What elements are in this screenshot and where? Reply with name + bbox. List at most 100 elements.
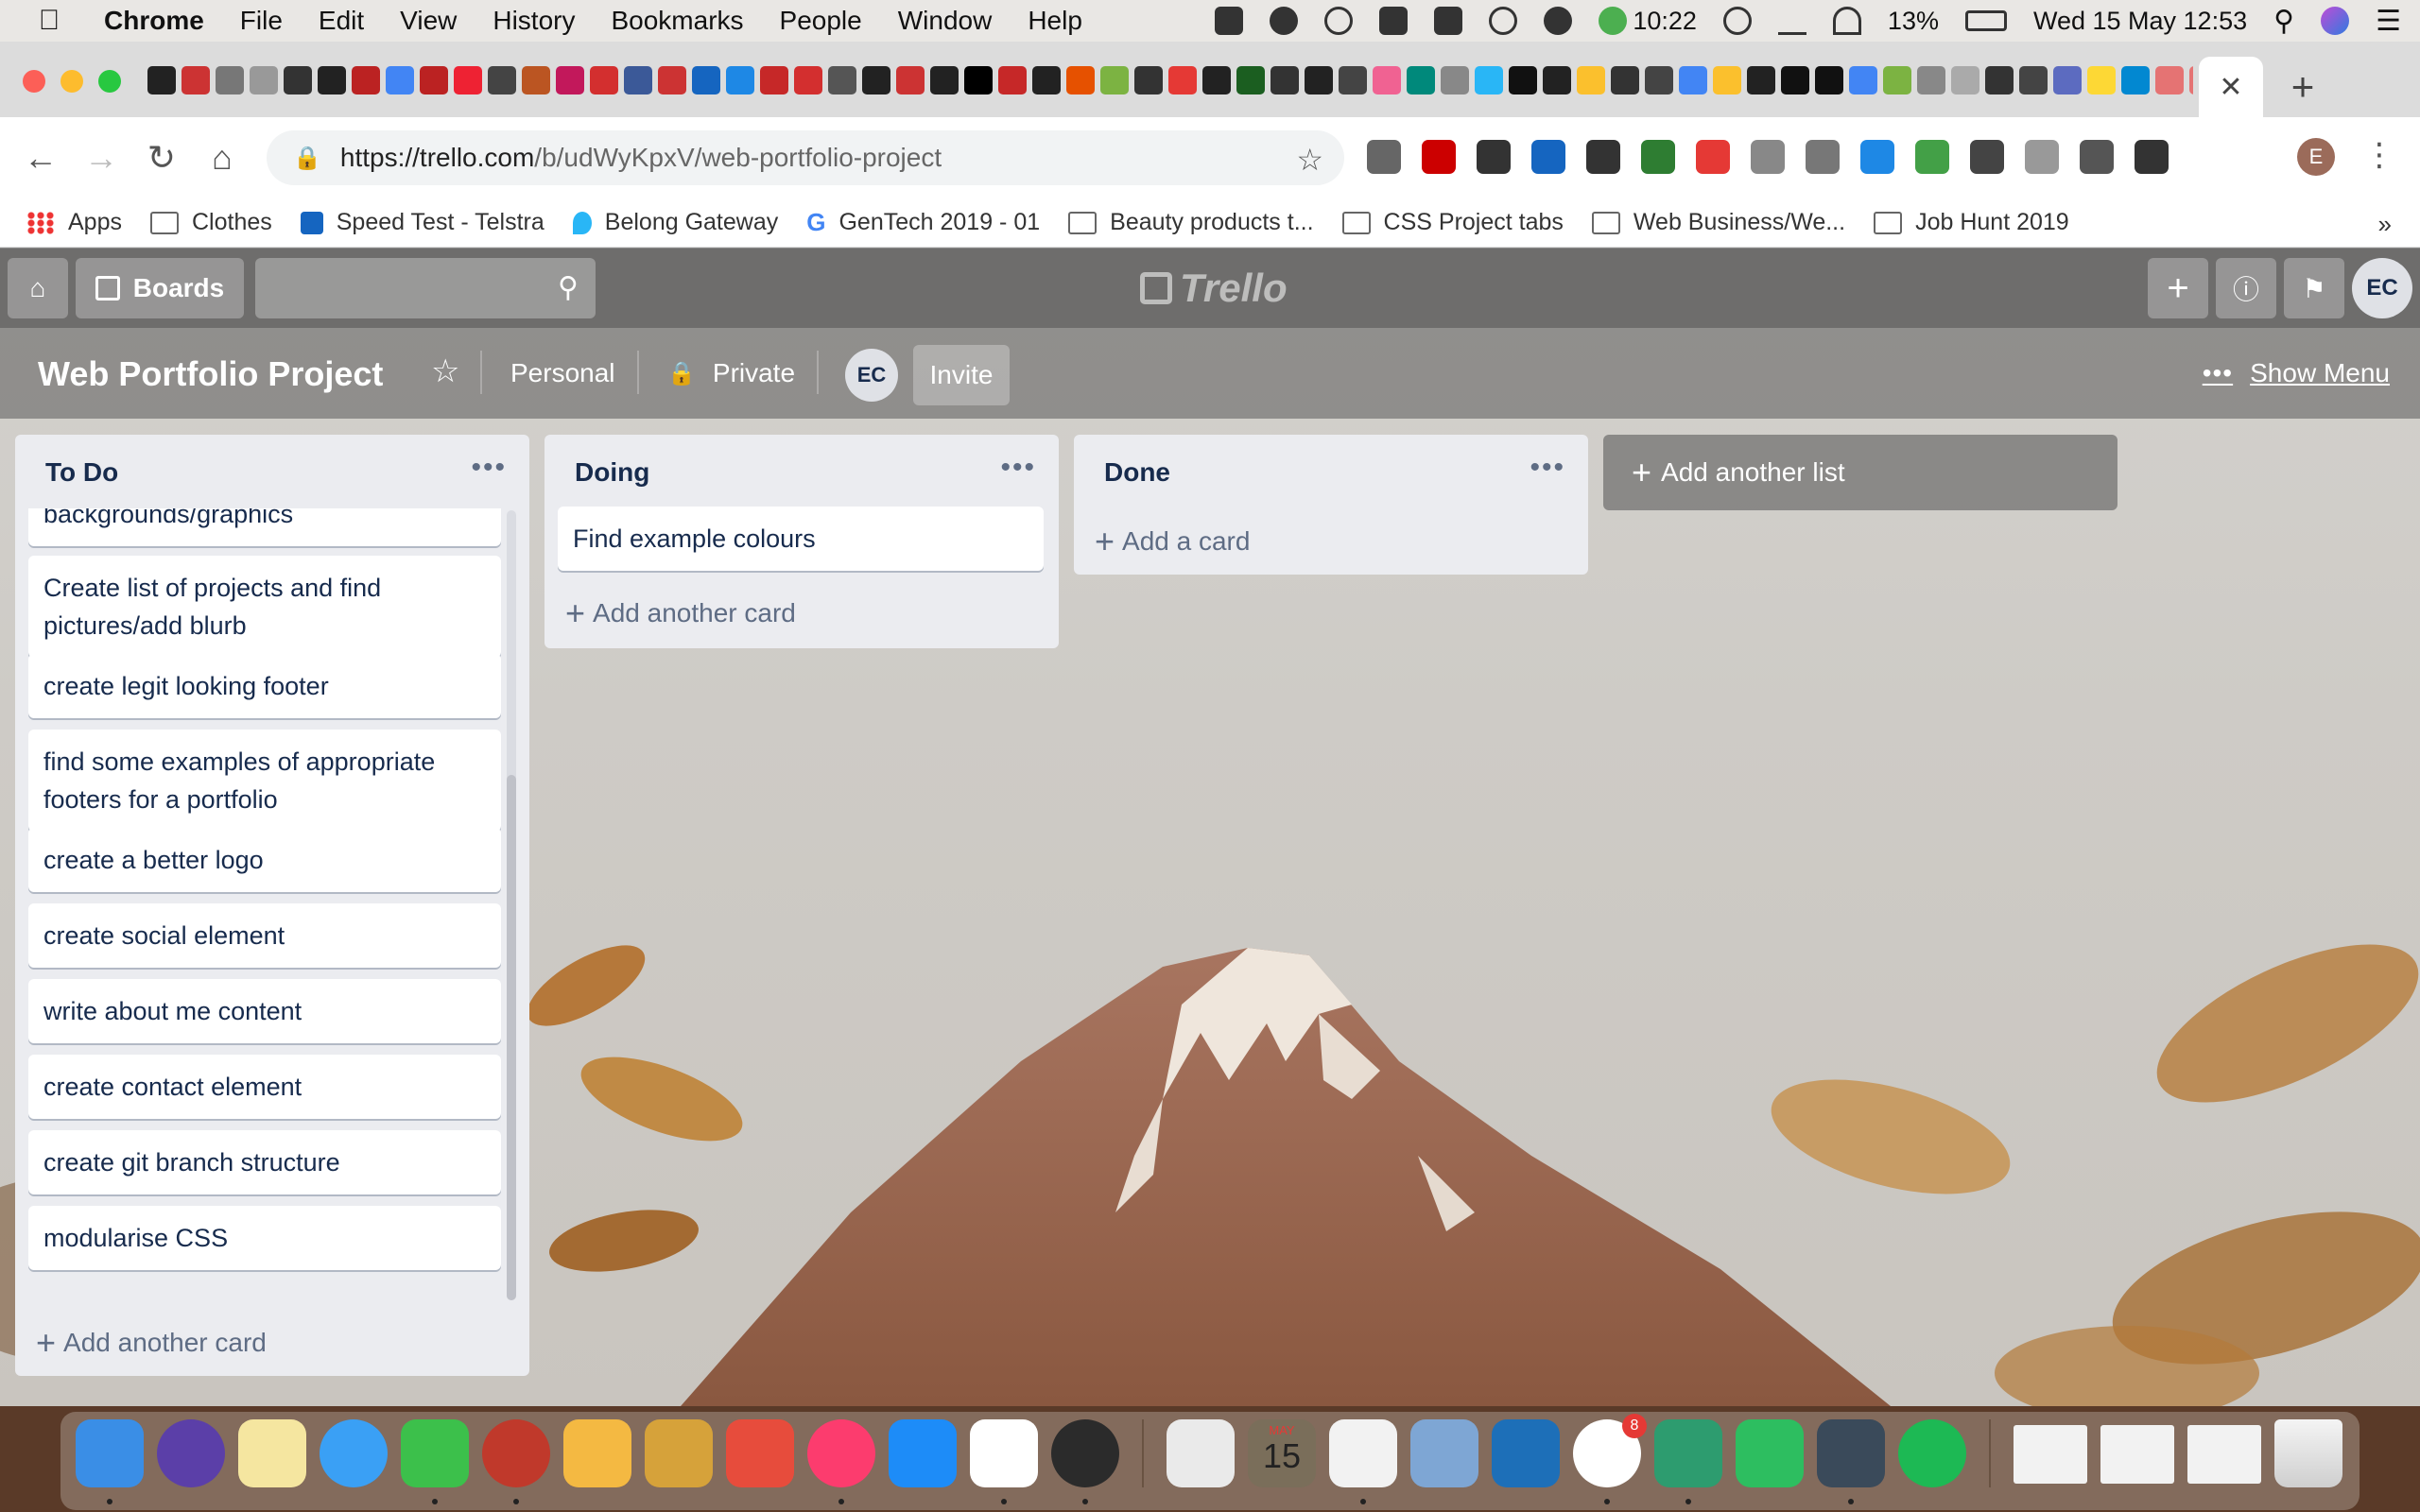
member-avatar[interactable]: EC xyxy=(845,349,898,402)
bookmark-web-business[interactable]: Web Business/We... xyxy=(1591,209,1845,236)
pinned-tab-favicon-icon[interactable] xyxy=(454,66,482,94)
pinned-tab-favicon-icon[interactable] xyxy=(1509,66,1537,94)
pinned-tab-favicon-icon[interactable] xyxy=(1713,66,1741,94)
card[interactable]: create contact element xyxy=(28,1055,501,1119)
pinned-tab-favicon-icon[interactable] xyxy=(726,66,754,94)
pinned-tab-favicon-icon[interactable] xyxy=(1849,66,1877,94)
pinned-tab-favicon-icon[interactable] xyxy=(284,66,312,94)
add-card-button[interactable]: + Add a card xyxy=(1095,522,1250,561)
forward-icon[interactable]: → xyxy=(78,134,125,181)
pinned-tab-favicon-icon[interactable] xyxy=(658,66,686,94)
show-menu-button[interactable]: ••• Show Menu xyxy=(2203,358,2390,388)
extension-icon[interactable] xyxy=(1531,140,1565,174)
dock-app-icon[interactable] xyxy=(157,1419,225,1487)
menu-view[interactable]: View xyxy=(400,6,457,36)
pinned-tab-favicon-icon[interactable] xyxy=(1066,66,1095,94)
pinned-tab-favicon-icon[interactable] xyxy=(250,66,278,94)
menu-help[interactable]: Help xyxy=(1028,6,1082,36)
lock-icon[interactable]: 🔒 xyxy=(293,145,321,172)
slack-icon[interactable] xyxy=(1379,7,1409,35)
cloud-icon[interactable] xyxy=(1270,7,1299,35)
reload-icon[interactable]: ↻ xyxy=(138,134,185,181)
zoom-window-button[interactable] xyxy=(98,70,121,93)
dock-minimized-window[interactable] xyxy=(2187,1425,2261,1484)
dock-app-icon[interactable] xyxy=(76,1419,144,1504)
pinned-tab-favicon-icon[interactable] xyxy=(2019,66,2048,94)
dock-app-icon[interactable] xyxy=(970,1419,1038,1504)
close-window-button[interactable] xyxy=(23,70,45,93)
pinned-tab-favicon-icon[interactable] xyxy=(794,66,822,94)
bookmark-belong-gateway[interactable]: Belong Gateway xyxy=(572,209,778,236)
extension-icon[interactable] xyxy=(2080,140,2114,174)
pinned-tab-favicon-icon[interactable] xyxy=(386,66,414,94)
pinned-tab-favicon-icon[interactable] xyxy=(1543,66,1571,94)
timer-icon[interactable] xyxy=(1599,7,1628,35)
dock-app-icon[interactable] xyxy=(238,1419,306,1487)
pinned-tab-favicon-icon[interactable] xyxy=(1645,66,1673,94)
dock-app-icon[interactable] xyxy=(1817,1419,1885,1504)
phone-icon[interactable] xyxy=(1777,7,1806,35)
new-tab-button[interactable]: + xyxy=(2278,62,2327,112)
dock-app-icon[interactable] xyxy=(401,1419,469,1504)
extension-icon[interactable] xyxy=(1915,140,1949,174)
notification-bell-icon[interactable]: ⚑ xyxy=(2284,258,2344,318)
clock[interactable]: Wed 15 May 12:53 xyxy=(2033,7,2247,36)
boards-button[interactable]: Boards xyxy=(76,258,244,318)
dock-app-icon[interactable]: MAY 15 xyxy=(1248,1419,1316,1487)
board-title[interactable]: Web Portfolio Project xyxy=(38,354,383,394)
scrollbar-thumb[interactable] xyxy=(507,775,516,1300)
extension-icon[interactable] xyxy=(1422,140,1456,174)
card[interactable]: create legit looking footer xyxy=(28,654,501,718)
menu-app-name[interactable]: Chrome xyxy=(104,6,204,36)
star-board-icon[interactable]: ☆ xyxy=(431,352,459,390)
list-menu-icon[interactable]: ••• xyxy=(1000,452,1036,484)
card[interactable]: create a better logo xyxy=(28,828,501,892)
list-title[interactable]: Done xyxy=(1104,457,1170,488)
pinned-tab-favicon-icon[interactable] xyxy=(420,66,448,94)
dock-app-icon[interactable] xyxy=(1329,1419,1397,1504)
info-icon[interactable]: ⓘ xyxy=(2216,258,2276,318)
minimize-window-button[interactable] xyxy=(60,70,83,93)
dock-app-icon[interactable] xyxy=(1898,1419,1966,1487)
pinned-tab-favicon-icon[interactable] xyxy=(1475,66,1503,94)
pinned-tab-favicon-icon[interactable] xyxy=(2121,66,2150,94)
bookmark-star-icon[interactable]: ☆ xyxy=(1296,142,1323,178)
card[interactable]: write about me content xyxy=(28,979,501,1043)
add-list-button[interactable]: + Add another list xyxy=(1603,435,2118,510)
close-tab-icon[interactable]: ✕ xyxy=(2219,71,2242,104)
visibility-button[interactable]: 🔒 Private xyxy=(667,358,795,388)
pinned-tab-favicon-icon[interactable] xyxy=(556,66,584,94)
pinned-tab-favicon-icon[interactable] xyxy=(1305,66,1333,94)
creative-cloud-icon[interactable] xyxy=(1489,7,1518,35)
pinned-tab-favicon-icon[interactable] xyxy=(1168,66,1197,94)
card[interactable]: Create list of projects and find picture… xyxy=(28,556,501,658)
list-title[interactable]: Doing xyxy=(575,457,649,488)
card[interactable]: Find example colours xyxy=(558,507,1044,571)
list-header[interactable]: Doing ••• xyxy=(544,435,1059,507)
active-tab[interactable]: ✕ xyxy=(2199,57,2263,117)
add-card-button[interactable]: + Add another card xyxy=(565,593,796,633)
screen-icon[interactable] xyxy=(1434,7,1463,35)
list-header[interactable]: To Do ••• xyxy=(15,435,529,507)
menu-bookmarks[interactable]: Bookmarks xyxy=(611,6,743,36)
pinned-tab-favicon-icon[interactable] xyxy=(2155,66,2184,94)
pinned-tab-favicon-icon[interactable] xyxy=(1202,66,1231,94)
menu-edit[interactable]: Edit xyxy=(319,6,364,36)
pinned-tab-favicon-icon[interactable] xyxy=(1679,66,1707,94)
pinned-tab-favicon-icon[interactable] xyxy=(1373,66,1401,94)
pinned-tab-favicon-icon[interactable] xyxy=(1100,66,1129,94)
pinned-tab-favicon-icon[interactable] xyxy=(182,66,210,94)
dock-app-icon[interactable] xyxy=(1167,1419,1235,1487)
pinned-tab-favicon-icon[interactable] xyxy=(590,66,618,94)
trello-logo[interactable]: Trello xyxy=(1140,266,1288,311)
pinned-tab-favicon-icon[interactable] xyxy=(216,66,244,94)
pinned-tab-favicon-icon[interactable] xyxy=(1951,66,1979,94)
extension-icon[interactable] xyxy=(1751,140,1785,174)
menu-window[interactable]: Window xyxy=(898,6,993,36)
pinned-tab-favicon-icon[interactable] xyxy=(1781,66,1809,94)
extension-icon[interactable] xyxy=(1641,140,1675,174)
dock-app-icon[interactable] xyxy=(563,1419,631,1487)
menu-file[interactable]: File xyxy=(240,6,283,36)
pinned-tab-favicon-icon[interactable] xyxy=(1917,66,1945,94)
bookmark-css-project-tabs[interactable]: CSS Project tabs xyxy=(1341,209,1564,236)
